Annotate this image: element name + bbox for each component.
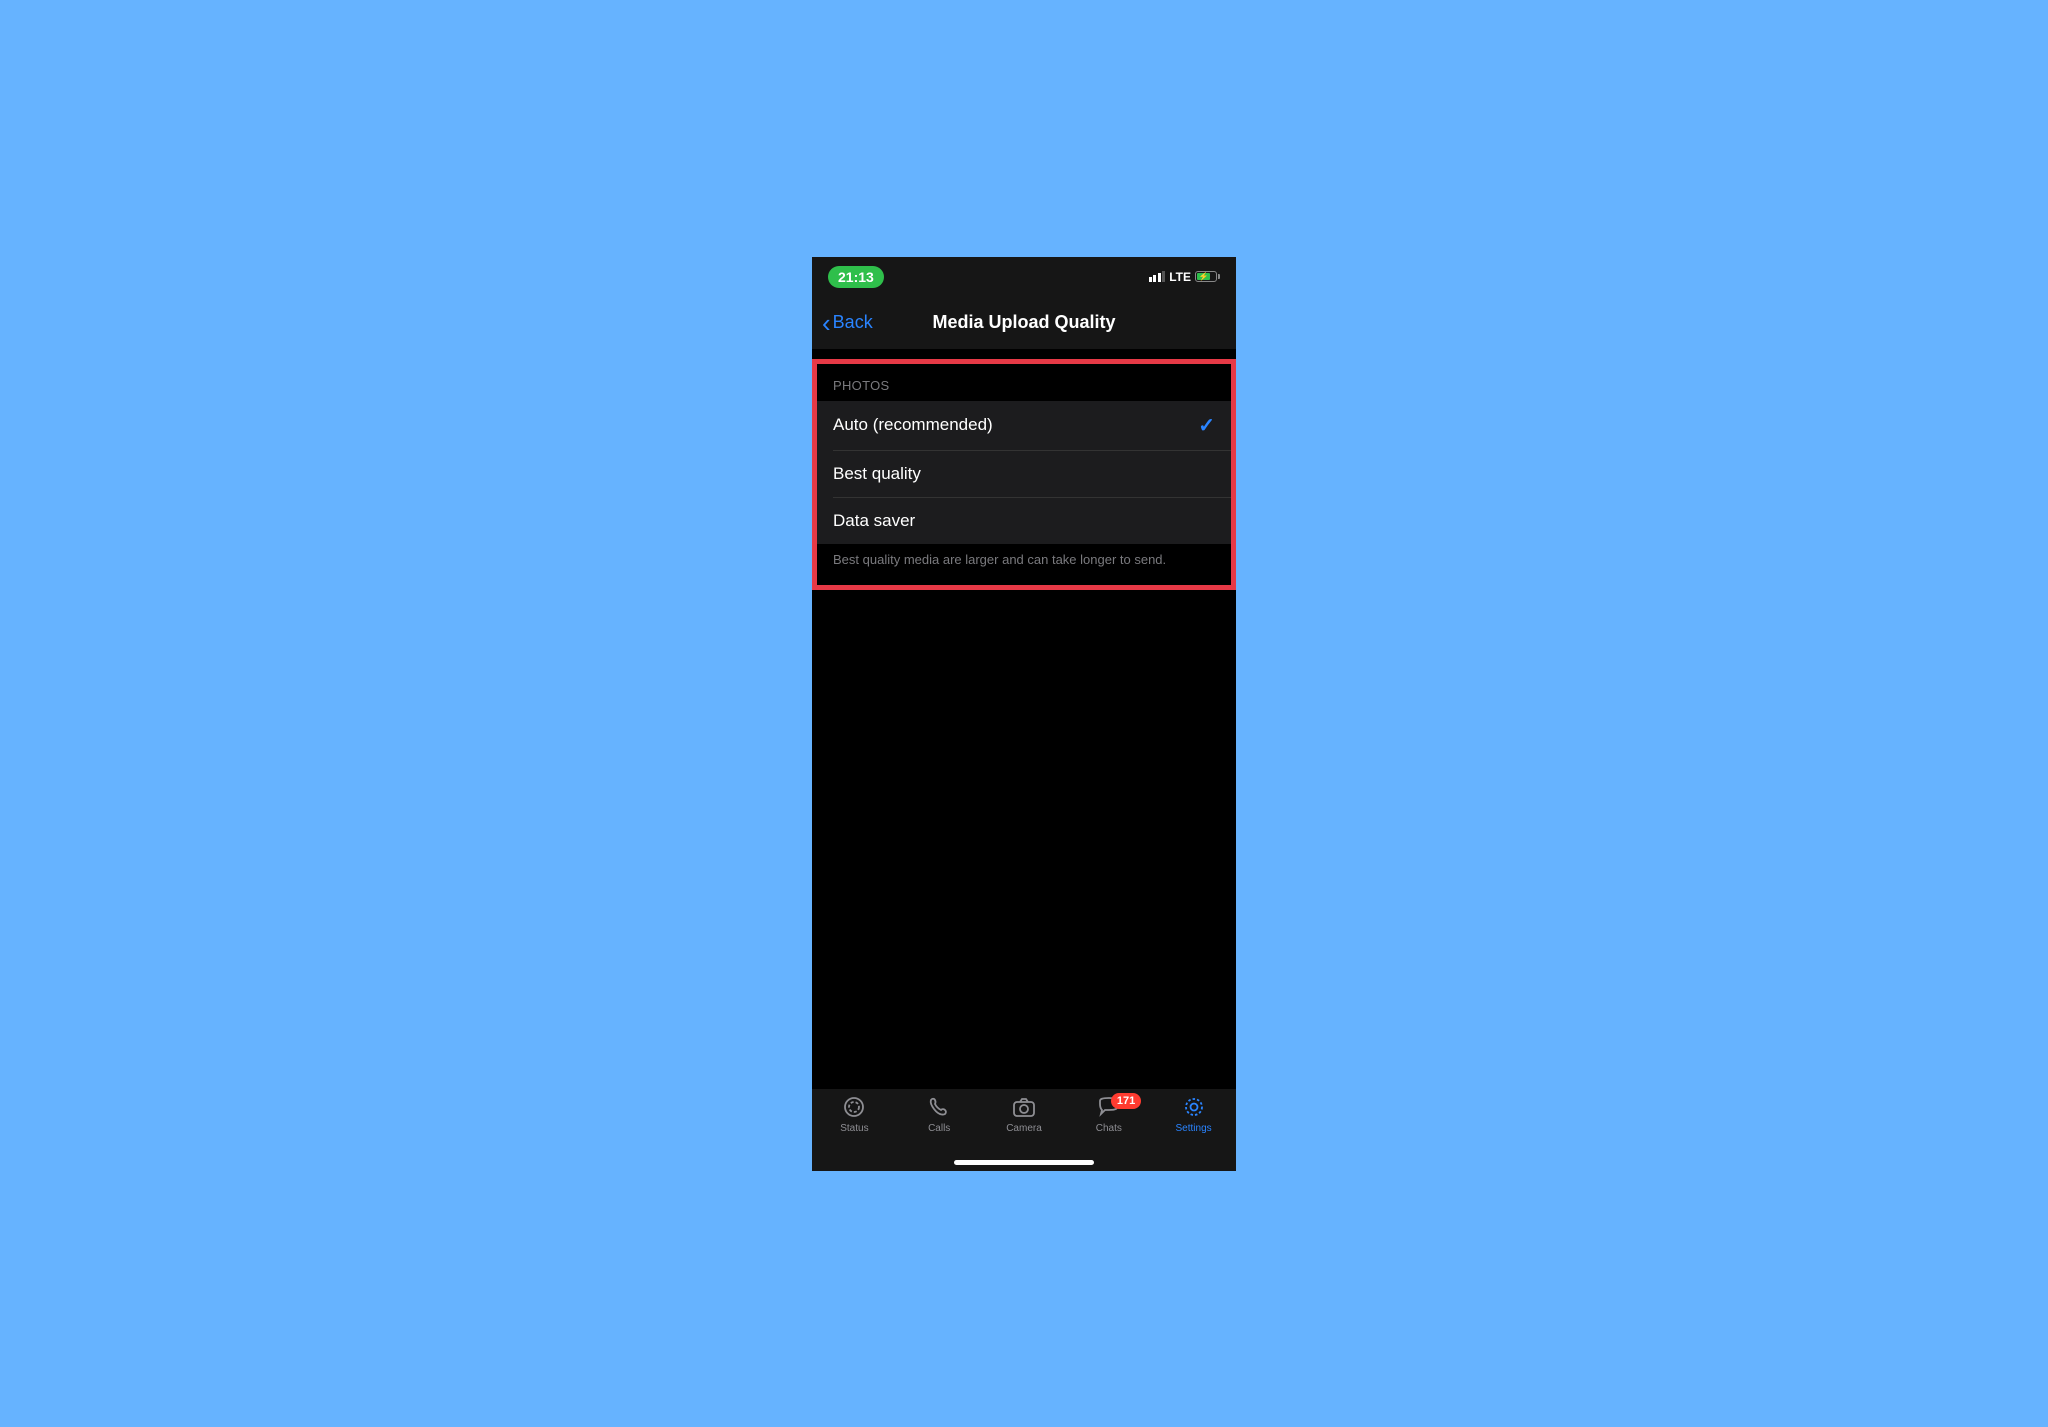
tab-chats[interactable]: 171 Chats [1066,1095,1151,1134]
settings-icon [1180,1095,1208,1119]
status-bar: 21:13 LTE ⚡ [812,257,1236,297]
status-icon [840,1095,868,1119]
tab-label: Settings [1176,1123,1212,1134]
photos-section-highlight: PHOTOS Auto (recommended) ✓ Best quality… [812,359,1236,590]
content-spacer [812,590,1236,1089]
section-footer-note: Best quality media are larger and can ta… [817,544,1231,585]
option-best-quality[interactable]: Best quality [817,451,1231,497]
chats-badge: 171 [1111,1093,1141,1109]
tab-calls[interactable]: Calls [897,1095,982,1134]
nav-header: ‹ Back Media Upload Quality [812,297,1236,349]
status-time-pill[interactable]: 21:13 [828,266,884,288]
phone-icon [925,1095,953,1119]
checkmark-icon: ✓ [1198,413,1215,438]
network-type: LTE [1169,270,1191,284]
section-header-photos: PHOTOS [817,364,1231,401]
chevron-left-icon: ‹ [822,314,831,332]
option-auto[interactable]: Auto (recommended) ✓ [817,401,1231,450]
tab-label: Status [840,1123,868,1134]
tab-label: Calls [928,1123,950,1134]
tab-label: Chats [1096,1123,1122,1134]
option-label: Best quality [833,464,921,484]
home-indicator[interactable] [954,1160,1094,1165]
quality-options-list: Auto (recommended) ✓ Best quality Data s… [817,401,1231,544]
tab-bar: Status Calls Camera 171 Chats [812,1089,1236,1171]
tab-label: Camera [1006,1123,1042,1134]
option-data-saver[interactable]: Data saver [817,498,1231,544]
back-button[interactable]: ‹ Back [822,312,873,333]
camera-icon [1010,1095,1038,1119]
cellular-signal-icon [1149,271,1166,282]
status-indicators: LTE ⚡ [1149,270,1220,284]
tab-camera[interactable]: Camera [982,1095,1067,1134]
tab-settings[interactable]: Settings [1151,1095,1236,1134]
back-label: Back [833,312,873,333]
phone-frame: 21:13 LTE ⚡ ‹ Back Media Upload Quality … [812,257,1236,1171]
battery-icon: ⚡ [1195,271,1220,282]
option-label: Auto (recommended) [833,415,993,435]
option-label: Data saver [833,511,915,531]
tab-status[interactable]: Status [812,1095,897,1134]
page-title: Media Upload Quality [812,312,1236,333]
